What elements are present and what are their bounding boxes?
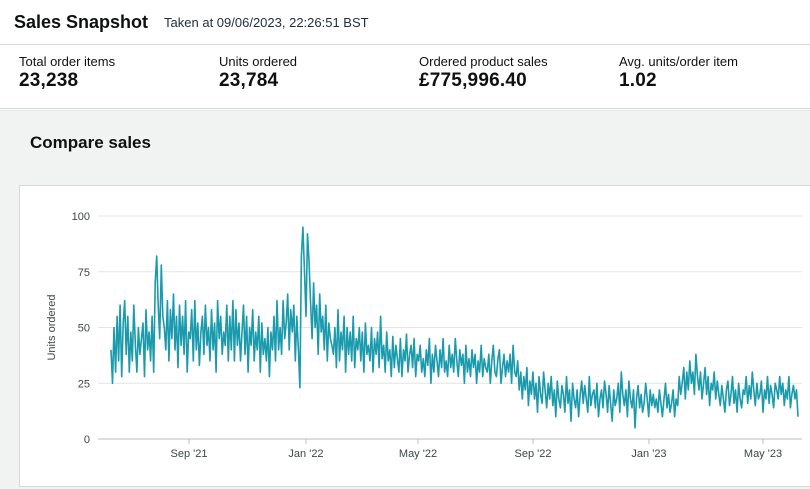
- compare-sales-section: Compare sales 0 25 50 75 100 Units ordered Sep…: [0, 110, 810, 489]
- page-title: Sales Snapshot: [14, 11, 149, 32]
- metric-units-ordered: Units ordered 23,784: [219, 54, 297, 92]
- metric-label: Total order items: [19, 54, 116, 69]
- compare-sales-title: Compare sales: [30, 133, 151, 152]
- snapshot-timestamp: Taken at 09/06/2023, 22:26:51 BST: [164, 14, 369, 30]
- units-ordered-chart: 0 25 50 75 100 Units ordered Sep '21 Jan '22 May…: [46, 211, 802, 460]
- x-tick-label: Jan '23: [631, 448, 666, 460]
- x-tick-label: May '22: [399, 448, 437, 460]
- x-tick-label: Sep '21: [171, 448, 208, 460]
- y-tick-label: 25: [78, 378, 90, 390]
- y-tick-label: 50: [78, 323, 90, 335]
- metric-label: Units ordered: [219, 54, 298, 69]
- metric-label: Ordered product sales: [419, 54, 548, 69]
- y-tick-label: 100: [72, 211, 90, 223]
- y-tick-label: 0: [84, 434, 90, 446]
- x-tick-label: Jan '22: [288, 448, 323, 460]
- metric-ordered-product-sales: Ordered product sales £775,996.40: [419, 54, 548, 92]
- metrics-row: Total order items 23,238 Units ordered 2…: [0, 46, 810, 109]
- x-tick-label: May '23: [744, 448, 782, 460]
- x-tick-label: Sep '22: [515, 448, 552, 460]
- y-axis-label: Units ordered: [46, 294, 58, 360]
- units-ordered-chart-card: 0 25 50 75 100 Units ordered Sep '21 Jan '22 May…: [19, 185, 810, 487]
- metric-value: 1.02: [619, 70, 657, 91]
- metric-value: 23,784: [219, 70, 279, 91]
- y-tick-label: 75: [78, 267, 90, 279]
- metric-total-order-items: Total order items 23,238: [19, 54, 115, 92]
- metric-value: 23,238: [19, 70, 79, 91]
- metric-avg-units-per-order-item: Avg. units/order item 1.02: [619, 54, 738, 92]
- metric-label: Avg. units/order item: [619, 54, 738, 69]
- sales-snapshot-header: Sales Snapshot Taken at 09/06/2023, 22:2…: [0, 0, 810, 45]
- metric-value: £775,996.40: [419, 70, 527, 91]
